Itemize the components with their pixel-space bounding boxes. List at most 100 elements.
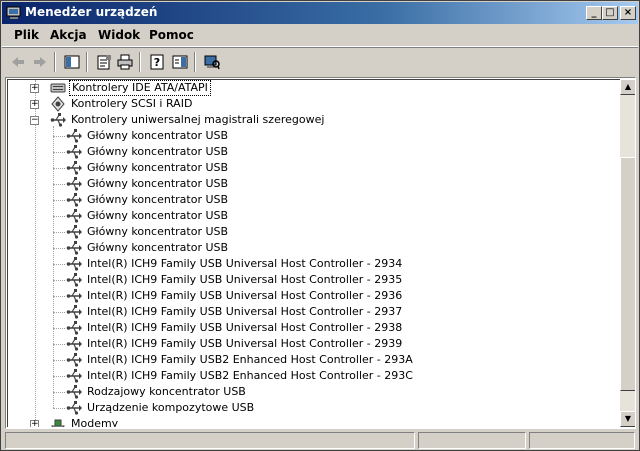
usb-device-icon [65,160,83,176]
category-label[interactable]: Kontrolery IDE ATA/ATAPI [69,80,211,96]
scan-hardware-button[interactable] [202,52,222,72]
usb-device-icon [65,320,83,336]
menu-action[interactable]: Akcja [50,28,87,42]
device-row[interactable]: Rodzajowy koncentrator USB [65,384,248,400]
tree-line [35,80,36,427]
collapse-button[interactable]: − [30,115,39,125]
device-row[interactable]: Intel(R) ICH9 Family USB Universal Host … [65,288,404,304]
device-tree[interactable]: + Kontrolery IDE ATA/ATAPI + Kontrolery … [7,79,620,427]
window-title: Menedżer urządzeń [25,5,158,19]
menu-bar: Plik Akcja Widok Pomoc [2,25,638,47]
device-row[interactable]: Intel(R) ICH9 Family USB Universal Host … [65,304,404,320]
expand-button[interactable]: + [30,83,39,93]
device-row[interactable]: Intel(R) ICH9 Family USB2 Enhanced Host … [65,352,415,368]
scroll-thumb[interactable] [620,157,635,391]
device-label[interactable]: Główny koncentrator USB [85,209,230,223]
device-label[interactable]: Urządzenie kompozytowe USB [85,401,256,415]
forward-arrow-icon [34,57,46,67]
scsi-controller-icon [49,96,67,112]
device-label[interactable]: Główny koncentrator USB [85,241,230,255]
device-row[interactable]: Główny koncentrator USB [65,208,230,224]
show-hide-tree-button[interactable] [62,52,82,72]
device-label[interactable]: Rodzajowy koncentrator USB [85,385,248,399]
scan-hardware-icon [204,55,220,70]
tree-line [53,264,65,265]
device-label[interactable]: Główny koncentrator USB [85,161,230,175]
device-row[interactable]: Intel(R) ICH9 Family USB Universal Host … [65,336,404,352]
device-row[interactable]: Intel(R) ICH9 Family USB2 Enhanced Host … [65,368,415,384]
scroll-down-button[interactable]: ▼ [620,411,635,427]
device-label[interactable]: Główny koncentrator USB [85,129,230,143]
expand-button[interactable]: + [30,99,39,109]
device-label[interactable]: Intel(R) ICH9 Family USB2 Enhanced Host … [85,353,415,367]
forward-button[interactable] [30,52,50,72]
device-row[interactable]: Główny koncentrator USB [65,144,230,160]
device-row[interactable]: Główny koncentrator USB [65,176,230,192]
properties-button[interactable] [94,52,114,72]
device-row[interactable]: Główny koncentrator USB [65,160,230,176]
menu-view[interactable]: Widok [98,28,140,42]
tree-line [53,248,65,249]
properties-icon [97,55,111,70]
device-label[interactable]: Intel(R) ICH9 Family USB Universal Host … [85,273,404,287]
device-label[interactable]: Główny koncentrator USB [85,193,230,207]
usb-device-icon [65,352,83,368]
device-label[interactable]: Intel(R) ICH9 Family USB2 Enhanced Host … [85,369,415,383]
device-label[interactable]: Intel(R) ICH9 Family USB Universal Host … [85,305,404,319]
help-button[interactable]: ? [147,52,167,72]
vertical-scrollbar[interactable]: ▲ ▼ [620,79,635,427]
help-icon: ? [150,54,164,70]
category-label[interactable]: Kontrolery uniwersalnej magistrali szere… [69,113,326,127]
device-row[interactable]: Główny koncentrator USB [65,192,230,208]
close-button[interactable]: × [620,6,636,20]
device-row[interactable]: Intel(R) ICH9 Family USB Universal Host … [65,256,404,272]
usb-device-icon [65,144,83,160]
tree-line [53,344,65,345]
device-manager-app-icon [6,6,21,19]
device-label[interactable]: Główny koncentrator USB [85,177,230,191]
menu-file[interactable]: Plik [14,28,39,42]
device-row[interactable]: Główny koncentrator USB [65,224,230,240]
device-label[interactable]: Intel(R) ICH9 Family USB Universal Host … [85,289,404,303]
menu-help[interactable]: Pomoc [149,28,194,42]
device-label[interactable]: Intel(R) ICH9 Family USB Universal Host … [85,337,404,351]
back-button[interactable] [8,52,28,72]
category-row-ide[interactable]: + Kontrolery IDE ATA/ATAPI [30,80,211,96]
usb-device-icon [65,176,83,192]
tree-line [53,168,65,169]
show-hide-action-pane-button[interactable] [170,52,190,72]
status-panel [529,432,635,449]
device-row[interactable]: Intel(R) ICH9 Family USB Universal Host … [65,272,404,288]
print-icon [117,54,133,70]
print-button[interactable] [115,52,135,72]
toolbar: ? [2,49,638,75]
scroll-up-button[interactable]: ▲ [620,79,635,95]
device-row[interactable]: Główny koncentrator USB [65,128,230,144]
tree-line [53,136,65,137]
device-label[interactable]: Główny koncentrator USB [85,145,230,159]
category-label[interactable]: Modemy [69,417,120,427]
status-panel [5,432,415,449]
category-row-modems[interactable]: + Modemy [30,416,120,427]
menu-separator [2,47,638,48]
usb-icon [49,112,67,128]
tree-line [53,392,65,393]
device-label[interactable]: Intel(R) ICH9 Family USB Universal Host … [85,257,404,271]
svg-text:?: ? [154,56,160,69]
category-row-scsi[interactable]: + Kontrolery SCSI i RAID [30,96,194,112]
title-bar[interactable]: Menedżer urządzeń _ □ × [2,2,638,24]
tree-line [53,360,65,361]
device-label[interactable]: Główny koncentrator USB [85,225,230,239]
device-row[interactable]: Główny koncentrator USB [65,240,230,256]
expand-button[interactable]: + [30,419,39,427]
category-label[interactable]: Kontrolery SCSI i RAID [69,97,194,111]
minimize-button[interactable]: _ [586,6,602,20]
tree-line [53,376,65,377]
device-row[interactable]: Urządzenie kompozytowe USB [65,400,256,416]
device-label[interactable]: Intel(R) ICH9 Family USB Universal Host … [85,321,404,335]
device-manager-window: Menedżer urządzeń _ □ × Plik Akcja Widok… [0,0,640,451]
category-row-usb[interactable]: − Kontrolery uniwersalnej magistrali sze… [30,112,326,128]
device-row[interactable]: Intel(R) ICH9 Family USB Universal Host … [65,320,404,336]
tree-line [53,200,65,201]
maximize-button[interactable]: □ [602,6,618,20]
